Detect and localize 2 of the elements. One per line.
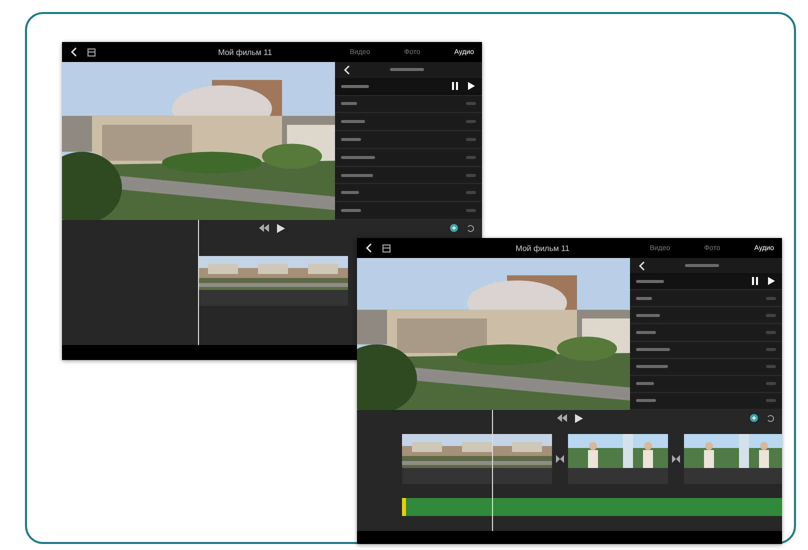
project-title: Мой фильм 11	[217, 48, 273, 56]
project-title: Мой фильм 11	[514, 244, 570, 252]
